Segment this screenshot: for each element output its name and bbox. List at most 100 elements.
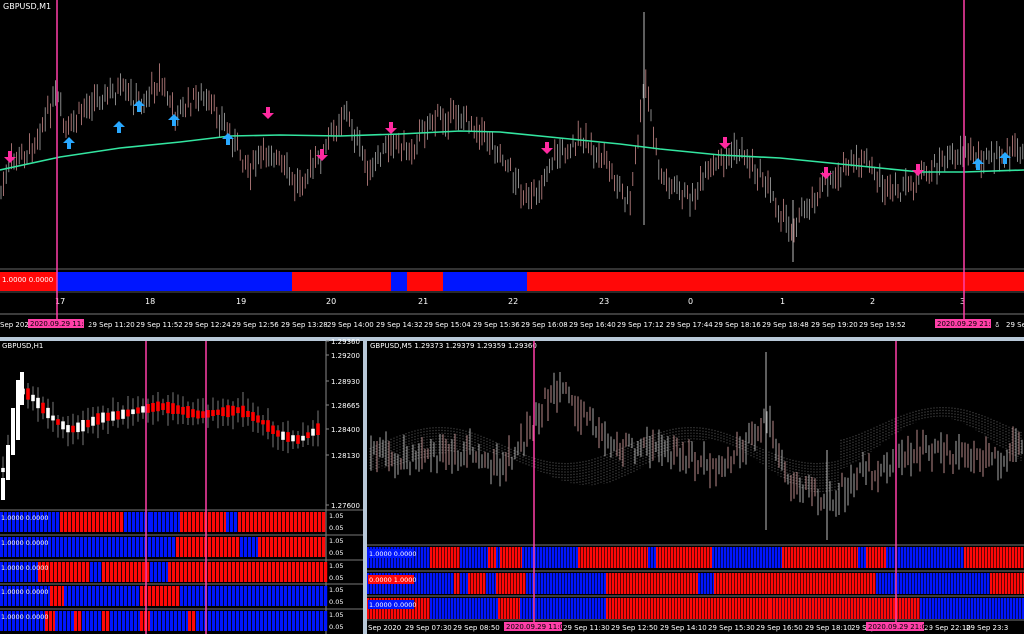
br-panel-bar [783,573,786,594]
br-panel-bar [418,598,421,619]
br-panel-bar [601,573,604,594]
bl-panel-bar [208,537,212,557]
bl-panel-bar [200,537,204,557]
window-separator-horizontal[interactable] [0,337,1024,341]
bl-panel-bar [152,586,156,606]
br-panel-bar [922,547,925,568]
bl-panel-bar [196,512,200,532]
br-panel-bar [733,547,736,568]
br-panel-bar [509,547,512,568]
br-panel-bar [993,573,996,594]
br-panel-bar [687,573,690,594]
bl-panel-bar [260,586,264,606]
br-panel-bar [729,598,732,619]
br-panel-bar [776,598,779,619]
bl-panel-scale-top: 1.05 [329,586,343,594]
br-panel-bar [525,547,528,568]
window-separator-vertical[interactable] [363,341,367,634]
br-panel-bar [549,547,552,568]
br-panel-bar [1017,573,1020,594]
br-panel-bar [964,547,967,568]
br-panel-bar [940,547,943,568]
bl-panel-bar [128,537,132,557]
br-panel-bar [714,573,717,594]
br-panel-bar [984,573,987,594]
session-label: 0 [688,297,693,306]
bl-panel-bar [300,611,304,631]
br-panel-bar [834,573,837,594]
br-panel-bar [952,547,955,568]
br-panel-bar [845,547,848,568]
br-panel-bar [932,598,935,619]
br-panel-bar [869,547,872,568]
bl-panel-bar [136,512,140,532]
br-panel-bar [887,598,890,619]
br-panel-bar [677,547,680,568]
bl-panel-bar [282,537,286,557]
bl-candle-body [266,420,270,432]
br-time-label: Sep 2020 [368,624,401,632]
bl-candle-body [276,430,280,437]
bl-panel-bar [244,611,248,631]
top-chart-window[interactable]: GBPUSD,M1 1.0000 0.0000 17 18 19 20 21 22 23 0 1… [0,0,1024,329]
bottom-left-chart-window[interactable]: GBPUSD,H1 1.293601.292001.289301.286651.… [0,338,363,634]
top-time-label: 29 Sep 14:00 [327,321,374,329]
top-chart-candles [0,12,1024,262]
br-panel-bar [830,598,833,619]
br-panel-bar [621,573,624,594]
bl-panel-bar [158,562,162,582]
session-label: 20 [326,297,336,306]
bl-candle-body [271,425,275,434]
br-panel-bar [977,598,980,619]
up-arrow-icon [113,121,125,133]
br-panel-bar [693,598,696,619]
br-panel-bar [663,598,666,619]
br-panel-bar [565,598,568,619]
bl-panel-bar [126,562,130,582]
br-panel-bar [681,598,684,619]
top-time-label: 29 Sep 18:48 [762,321,809,329]
br-panel-bar [866,547,869,568]
br-panel-bar [498,598,501,619]
bl-candle-body [91,416,95,426]
br-panel-bar [854,547,857,568]
br-panel-bar [738,598,741,619]
bl-panel-bar [62,562,66,582]
br-panel-bar [851,547,854,568]
bl-panel-bar [140,586,144,606]
bl-panel-bar [276,562,280,582]
bl-candle-body [81,419,85,432]
br-panel-bar [680,547,683,568]
bl-candle-body [281,431,285,440]
br-panel-bar [463,573,466,594]
bl-panel-bar [298,512,302,532]
bl-panel-bar [260,562,264,582]
bl-panel-bar [60,537,64,557]
bl-panel-bar [108,586,112,606]
br-panel-bar [785,547,788,568]
bottom-right-chart-window[interactable]: GBPUSD,M5 1.29373 1.29379 1.29359 1.2936… [367,341,1024,632]
br-panel-bar [881,598,884,619]
bl-panel-bar [308,611,312,631]
top-time-label: 29 Sep 18:16 [714,321,761,329]
br-panel-bar [657,598,660,619]
bl-panel-bar [76,586,80,606]
bl-panel-bar [252,537,256,557]
br-panel-bar [624,573,627,594]
br-panel-bar [418,547,421,568]
price-axis-label: 1.28665 [331,402,360,410]
bl-panel-bar [176,562,180,582]
br-panel-bar [490,598,493,619]
br-panel-bar [789,573,792,594]
session-label: 21 [418,297,428,306]
br-panel-bar [492,573,495,594]
br-panel-bar [884,598,887,619]
bl-panel-bar [320,562,324,582]
br-panel-bar [689,547,692,568]
br-panel-bar [870,573,873,594]
br-panel-bar [475,547,478,568]
bottom-left-candles [1,372,320,500]
br-panel-bar [717,573,720,594]
bl-panel-bar [172,562,176,582]
bl-panel-bar [288,562,292,582]
